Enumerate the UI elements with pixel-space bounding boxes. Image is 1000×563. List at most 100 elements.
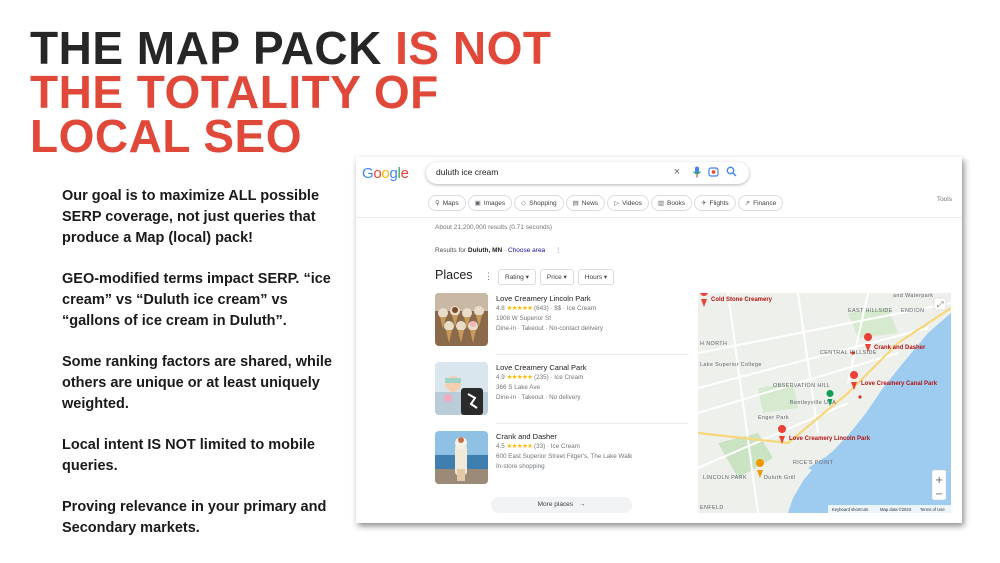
google-logo[interactable]: Google bbox=[362, 165, 409, 182]
more-places-button[interactable]: More places → bbox=[491, 497, 632, 513]
choose-area-link[interactable]: Choose area bbox=[508, 247, 545, 254]
logo-letter: G bbox=[362, 165, 374, 182]
map-label: Lake Superior College bbox=[700, 362, 762, 368]
review-count: (643) bbox=[534, 305, 549, 312]
tab-shopping[interactable]: ◇ Shopping bbox=[514, 195, 564, 211]
search-query[interactable]: duluth ice cream bbox=[436, 167, 498, 177]
book-icon: ▥ bbox=[657, 200, 664, 207]
map-label: LINCOLN PARK bbox=[703, 475, 747, 481]
bullet-3: Some ranking factors are shared, while o… bbox=[62, 354, 332, 412]
result-stats: About 21,200,000 results (0.71 seconds) bbox=[435, 224, 553, 231]
tools-button[interactable]: Tools bbox=[937, 196, 952, 203]
place-result[interactable]: Love Creamery Canal Park 4.9 ★★★★★ (235)… bbox=[435, 362, 688, 424]
map-label: H NORTH bbox=[700, 341, 727, 347]
chevron-down-icon: ▾ bbox=[525, 274, 529, 281]
trend-icon: ↗ bbox=[744, 200, 751, 207]
rating-value: 4.8 bbox=[496, 305, 505, 312]
place-category: · Ice Cream bbox=[545, 443, 580, 450]
arrow-right-icon: → bbox=[578, 501, 586, 508]
place-services: Dine-in · Takeout · No-contact delivery bbox=[496, 325, 603, 332]
places-heading-text: Places bbox=[435, 268, 473, 282]
image-icon: ▣ bbox=[474, 200, 481, 207]
filter-rating[interactable]: Rating ▾ bbox=[498, 269, 536, 285]
map-terms-link[interactable]: Terms of Use bbox=[920, 507, 945, 512]
search-icon[interactable] bbox=[725, 166, 737, 178]
map-label: Enger Park bbox=[758, 415, 789, 421]
place-rating-line: 4.9 ★★★★★ (235) · Ice Cream bbox=[496, 374, 583, 381]
place-rating-line: 4.5 ★★★★★ (33) · Ice Cream bbox=[496, 443, 580, 450]
zoom-in-button[interactable]: + bbox=[935, 475, 943, 486]
tab-label: Images bbox=[483, 200, 506, 207]
clear-icon[interactable]: × bbox=[671, 166, 683, 178]
place-name[interactable]: Love Creamery Lincoln Park bbox=[496, 294, 591, 303]
place-category: · $$ · Ice Cream bbox=[548, 305, 596, 312]
place-result[interactable]: Crank and Dasher 4.5 ★★★★★ (33) · Ice Cr… bbox=[435, 431, 687, 486]
place-address: 366 S Lake Ave bbox=[496, 384, 540, 391]
microphone-icon[interactable] bbox=[691, 166, 703, 178]
place-services: Dine-in · Takeout · No delivery bbox=[496, 394, 581, 401]
places-more-icon[interactable]: ⋮ bbox=[484, 271, 493, 281]
place-photo[interactable] bbox=[435, 293, 488, 346]
chevron-down-icon: ▾ bbox=[603, 274, 608, 281]
place-photo[interactable] bbox=[435, 362, 488, 415]
tab-news[interactable]: ▤ News bbox=[565, 195, 606, 211]
place-services: In-store shopping bbox=[496, 463, 545, 470]
place-divider bbox=[496, 423, 688, 424]
filter-hours[interactable]: Hours ▾ bbox=[577, 269, 615, 285]
zoom-out-button[interactable]: − bbox=[935, 489, 943, 500]
title-red-part-3: LOCAL SEO bbox=[30, 110, 303, 162]
tab-books[interactable]: ▥ Books bbox=[650, 195, 693, 211]
tab-videos[interactable]: ▷ Videos bbox=[607, 195, 649, 211]
map-data-credit: Map data ©2023 bbox=[880, 507, 912, 512]
place-name[interactable]: Love Creamery Canal Park bbox=[496, 363, 586, 372]
review-count: (235) bbox=[534, 374, 549, 381]
map-label: EAST HILLSIDE bbox=[848, 308, 893, 314]
map-keyboard-shortcuts[interactable]: Keyboard shortcuts bbox=[832, 507, 868, 512]
tab-maps[interactable]: ⚲ Maps bbox=[428, 195, 466, 211]
news-icon: ▤ bbox=[572, 200, 579, 207]
camera-lens-icon[interactable] bbox=[707, 166, 719, 178]
filter-label: Hours bbox=[584, 274, 603, 281]
map-label: RICE'S POINT bbox=[793, 460, 834, 466]
place-name[interactable]: Crank and Dasher bbox=[496, 432, 557, 441]
map-label: and Waterpark bbox=[893, 293, 933, 299]
header-divider bbox=[356, 217, 962, 218]
search-input[interactable]: duluth ice cream × bbox=[426, 162, 749, 184]
map-label: ENFELD bbox=[700, 505, 724, 511]
rating-value: 4.5 bbox=[496, 443, 505, 450]
more-places-label: More places bbox=[537, 501, 574, 508]
serp-screenshot: Google duluth ice cream × ⚲ Maps ▣ Images ◇ S… bbox=[356, 157, 962, 523]
tab-finance[interactable]: ↗ Finance bbox=[737, 195, 784, 211]
star-rating-icon: ★★★★★ bbox=[506, 443, 533, 450]
filter-price[interactable]: Price ▾ bbox=[539, 269, 574, 285]
results-location: Results for Duluth, MN · Choose area ⋮ bbox=[435, 246, 562, 254]
play-icon: ▷ bbox=[614, 200, 620, 207]
rating-value: 4.9 bbox=[496, 374, 505, 381]
place-category: · Ice Cream bbox=[548, 374, 584, 381]
map-canvas[interactable]: EAST HILLSIDE ENDION CENTRAL HILLSIDE OB… bbox=[698, 293, 951, 513]
pin-label: Crank and Dasher bbox=[874, 345, 926, 351]
bullet-list: Our goal is to maximize ALL possible SER… bbox=[62, 186, 342, 559]
map-label: OBSERVATION HILL bbox=[773, 383, 830, 389]
fullscreen-icon: ⤢ bbox=[936, 300, 943, 309]
tab-flights[interactable]: ✈ Flights bbox=[694, 195, 736, 211]
tab-images[interactable]: ▣ Images bbox=[467, 195, 513, 211]
bullet-2: GEO-modified terms impact SERP. “ice cre… bbox=[62, 271, 331, 329]
star-rating-icon: ★★★★★ bbox=[506, 305, 533, 312]
pin-label: Cold Stone Creamery bbox=[711, 297, 773, 303]
more-options-icon[interactable]: ⋮ bbox=[555, 247, 562, 254]
local-map[interactable]: EAST HILLSIDE ENDION CENTRAL HILLSIDE OB… bbox=[698, 293, 951, 513]
tab-label: Maps bbox=[442, 200, 459, 207]
tab-label: News bbox=[581, 200, 599, 207]
logo-letter: e bbox=[400, 165, 409, 182]
tag-icon: ◇ bbox=[521, 200, 527, 207]
filter-label: Rating bbox=[505, 274, 524, 281]
tab-label: Shopping bbox=[529, 200, 557, 207]
place-filters: Rating ▾ Price ▾ Hours ▾ bbox=[498, 266, 618, 285]
tab-label: Videos bbox=[622, 200, 642, 207]
place-photo[interactable] bbox=[435, 431, 488, 484]
bullet-5: Proving relevance in your primary and Se… bbox=[62, 499, 327, 536]
map-pin-icon: ⚲ bbox=[435, 200, 440, 207]
place-result[interactable]: Love Creamery Lincoln Park 4.8 ★★★★★ (64… bbox=[435, 293, 688, 355]
logo-letter: g bbox=[389, 165, 398, 182]
